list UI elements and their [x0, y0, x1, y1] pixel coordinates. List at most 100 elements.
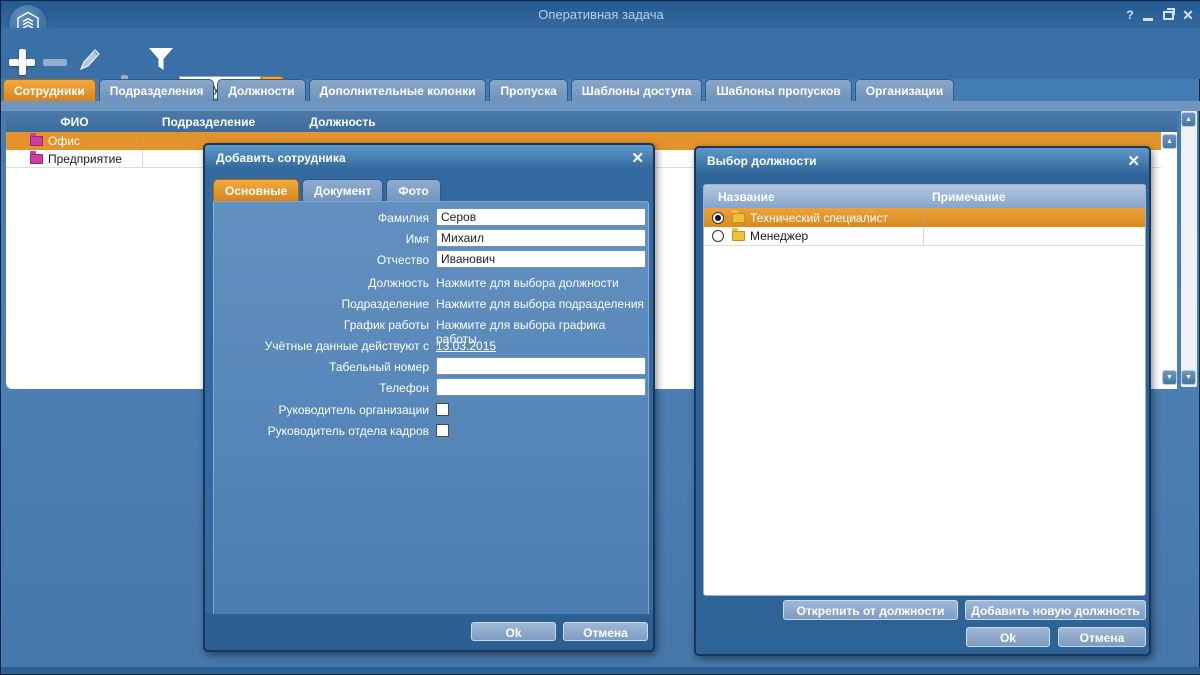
- edit-button[interactable]: [75, 46, 103, 77]
- first-name-input[interactable]: [436, 229, 646, 247]
- tab-organizations[interactable]: Организации: [855, 79, 955, 101]
- arrow-up-icon: ▲: [1166, 138, 1173, 145]
- tab-passes[interactable]: Пропуска: [489, 79, 567, 101]
- credentials-date-link[interactable]: 13.03.2015: [436, 336, 496, 353]
- tab-departments[interactable]: Подразделения: [99, 79, 215, 101]
- position-row[interactable]: Менеджер: [704, 227, 1145, 246]
- tab-underline-strip: [1, 101, 1200, 111]
- field-department: Подразделение Нажмите для выбора подразд…: [214, 294, 648, 314]
- folder-icon: [30, 154, 43, 164]
- dialog-close-button[interactable]: ✕: [1127, 152, 1140, 170]
- field-personnel-number: Табельный номер: [214, 357, 648, 377]
- tab-positions[interactable]: Должности: [217, 79, 305, 101]
- field-label: Телефон: [214, 381, 429, 395]
- field-label: Руководитель отдела кадров: [214, 424, 429, 438]
- close-icon: ✕: [1182, 7, 1194, 24]
- vertical-scrollbar[interactable]: [1181, 111, 1197, 387]
- field-middle-name: Отчество: [214, 250, 648, 270]
- close-button[interactable]: ✕: [1179, 6, 1197, 24]
- cancel-button[interactable]: Отмена: [1058, 627, 1146, 647]
- field-label: Имя: [214, 232, 429, 246]
- field-org-head: Руководитель организации: [214, 400, 648, 420]
- position-picker-link[interactable]: Нажмите для выбора должности: [436, 273, 619, 290]
- field-phone: Телефон: [214, 378, 648, 398]
- arrow-down-icon: ▼: [1166, 374, 1173, 381]
- minimize-button[interactable]: [1139, 6, 1157, 24]
- window-title: Оперативная задача: [1, 7, 1200, 22]
- add-button[interactable]: [9, 49, 35, 75]
- dialog-tab-document[interactable]: Документ: [302, 179, 383, 201]
- add-position-button[interactable]: Добавить новую должность: [965, 600, 1146, 620]
- org-head-checkbox[interactable]: [436, 403, 449, 416]
- scroll-up-button[interactable]: ▲: [1181, 112, 1196, 127]
- window-bottom-edge: [1, 667, 1200, 674]
- arrow-down-icon: ▼: [1185, 374, 1192, 381]
- folder-icon: [30, 136, 43, 146]
- column-header-name[interactable]: Название: [704, 185, 924, 208]
- field-label: Табельный номер: [214, 360, 429, 374]
- column-header-department[interactable]: Подразделение: [143, 111, 274, 132]
- column-header-position[interactable]: Должность: [274, 111, 411, 132]
- scroll-down-button[interactable]: ▼: [1181, 370, 1196, 385]
- field-label: График работы: [214, 318, 429, 332]
- field-label: Отчество: [214, 253, 429, 267]
- filter-funnel-icon: [147, 47, 175, 73]
- field-label: Должность: [214, 276, 429, 290]
- ok-button[interactable]: Ok: [966, 627, 1050, 647]
- remove-button[interactable]: [43, 49, 67, 66]
- tab-extra-columns[interactable]: Дополнительные колонки: [309, 79, 487, 101]
- detach-position-button[interactable]: Открепить от должности: [783, 600, 958, 620]
- tab-pass-templates[interactable]: Шаблоны пропусков: [705, 79, 851, 101]
- ok-button[interactable]: Ok: [471, 622, 556, 641]
- middle-name-input[interactable]: [436, 250, 646, 268]
- arrow-up-icon: ▲: [1185, 116, 1192, 123]
- application-window: Оперативная задача ? ✕: [0, 0, 1200, 675]
- table-scroll-up-button[interactable]: ▲: [1162, 134, 1177, 149]
- select-position-dialog: Выбор должности ✕ Название Примечание Те…: [694, 146, 1151, 656]
- department-picker-link[interactable]: Нажмите для выбора подразделения: [436, 294, 644, 311]
- hr-head-checkbox[interactable]: [436, 424, 449, 437]
- help-button[interactable]: ?: [1121, 6, 1139, 24]
- column-header-fio[interactable]: ФИО: [6, 111, 143, 132]
- position-name: Технический специалист: [750, 211, 888, 225]
- filter-button[interactable]: [147, 47, 175, 76]
- minimize-icon: [1143, 18, 1153, 21]
- field-credentials-from: Учётные данные действуют с 13.03.2015: [214, 336, 648, 356]
- field-label: Руководитель организации: [214, 403, 429, 417]
- field-hr-head: Руководитель отдела кадров: [214, 421, 648, 441]
- position-name: Менеджер: [750, 229, 808, 243]
- dialog-tab-photo[interactable]: Фото: [386, 179, 440, 201]
- cancel-button[interactable]: Отмена: [563, 622, 648, 641]
- dialog-tab-bar: Основные Документ Фото: [213, 179, 441, 201]
- tab-access-templates[interactable]: Шаблоны доступа: [571, 79, 703, 101]
- field-schedule: График работы Нажмите для выбора графика…: [214, 315, 648, 335]
- column-header-note[interactable]: Примечание: [924, 185, 1006, 208]
- help-icon: ?: [1126, 8, 1133, 22]
- titlebar: Оперативная задача ? ✕: [1, 1, 1200, 28]
- field-label: Учётные данные действуют с: [214, 339, 429, 353]
- dialog-titlebar: Выбор должности: [696, 148, 1149, 174]
- row-label: Предприятие: [48, 152, 122, 166]
- row-label: Офис: [48, 134, 80, 148]
- field-position: Должность Нажмите для выбора должности: [214, 273, 648, 293]
- folder-icon: [732, 213, 745, 223]
- position-row[interactable]: Технический специалист: [704, 208, 1145, 227]
- tab-employees[interactable]: Сотрудники: [3, 79, 96, 101]
- dialog-close-button[interactable]: ✕: [631, 149, 644, 167]
- table-scroll-down-button[interactable]: ▼: [1162, 370, 1177, 385]
- radio-unselected-icon[interactable]: [712, 230, 724, 242]
- phone-input[interactable]: [436, 378, 646, 396]
- radio-selected-icon[interactable]: [712, 212, 724, 224]
- minus-icon: [43, 59, 67, 66]
- dialog-tab-main[interactable]: Основные: [213, 179, 299, 201]
- personnel-number-input[interactable]: [436, 357, 646, 375]
- close-icon: ✕: [1127, 153, 1140, 170]
- last-name-input[interactable]: [436, 208, 646, 226]
- close-icon: ✕: [631, 150, 644, 167]
- field-first-name: Имя: [214, 229, 648, 249]
- folder-icon: [732, 231, 745, 241]
- dialog-titlebar: Добавить сотрудника: [205, 145, 653, 171]
- position-table-header: Название Примечание: [704, 185, 1145, 208]
- restore-button[interactable]: [1159, 6, 1177, 24]
- field-label: Фамилия: [214, 211, 429, 225]
